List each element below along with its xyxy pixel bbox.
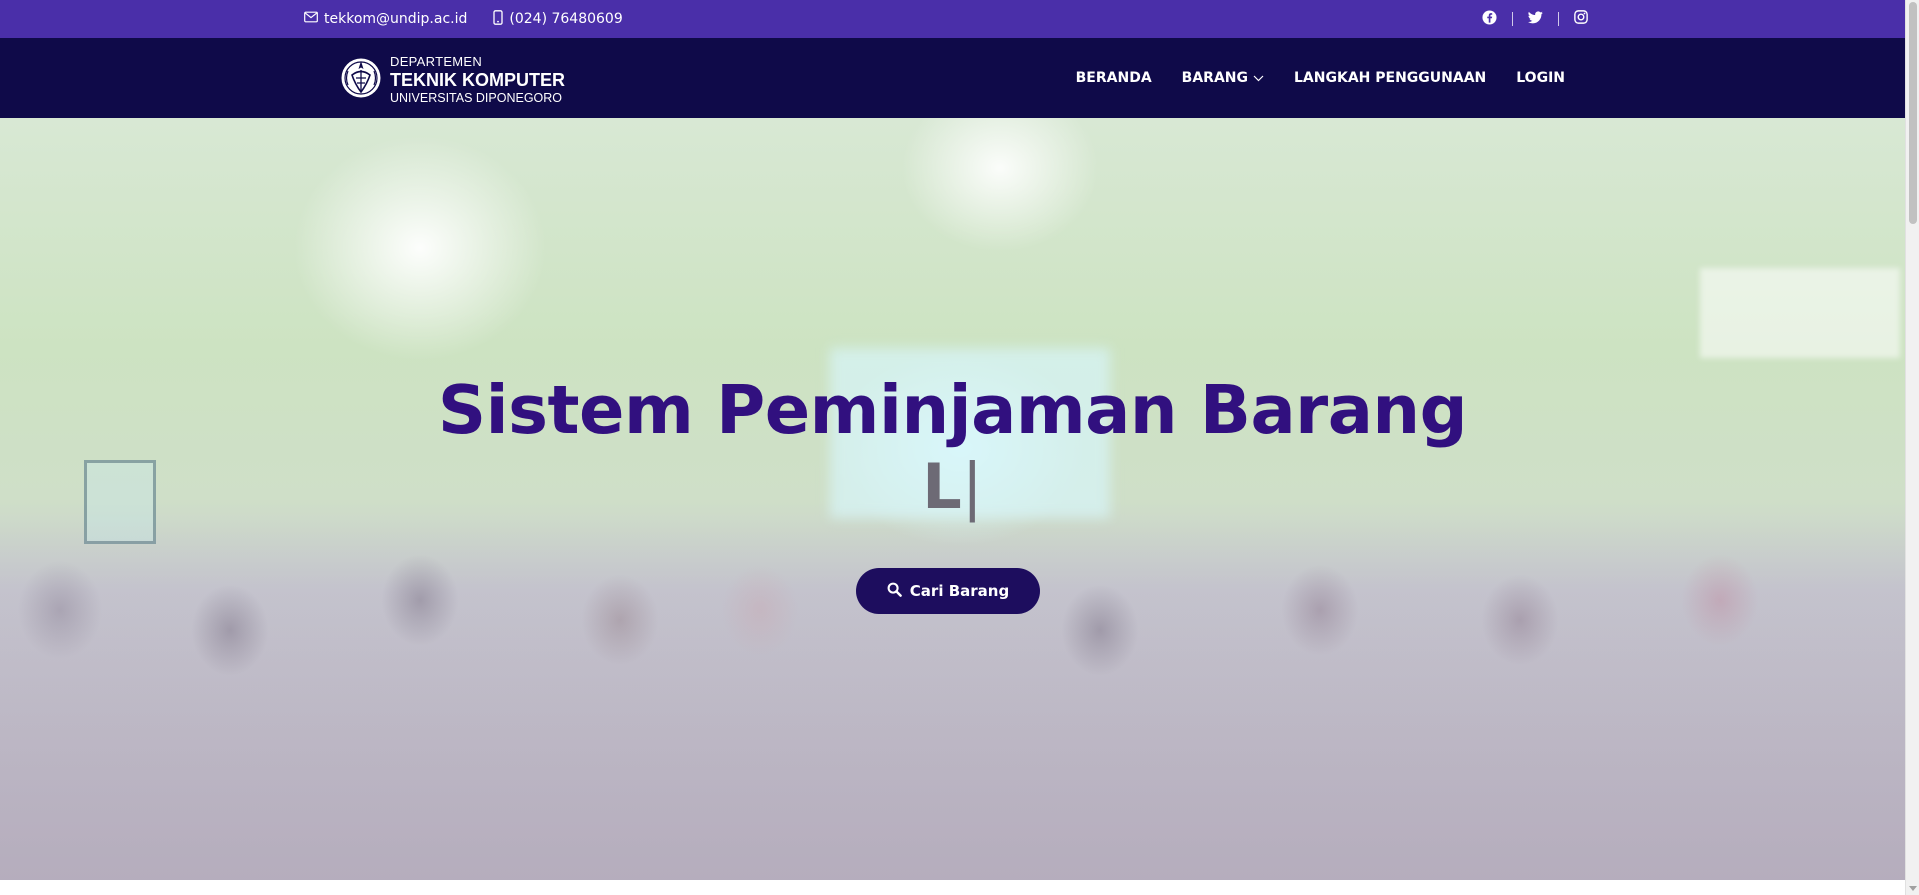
phone-text: (024) 76480609: [509, 11, 623, 27]
instagram-icon: [1574, 10, 1588, 28]
top-contact-bar: tekkom@undip.ac.id (024) 76480609: [0, 0, 1905, 38]
envelope-icon: [304, 11, 318, 27]
hero-title: Sistem Peminjaman Barang: [437, 371, 1468, 449]
phone-link[interactable]: (024) 76480609: [493, 9, 623, 29]
search-items-button[interactable]: Cari Barang: [856, 568, 1040, 614]
undip-seal-logo: [340, 51, 382, 109]
main-nav: BERANDA BARANG LANGKAH PENGGUNAAN LOGIN: [1076, 38, 1565, 118]
typing-cursor: |: [961, 450, 983, 523]
facebook-icon: [1482, 9, 1497, 29]
search-items-label: Cari Barang: [909, 582, 1010, 600]
facebook-link[interactable]: [1474, 9, 1512, 29]
scrollbar-thumb[interactable]: [1909, 2, 1917, 224]
contact-info: tekkom@undip.ac.id (024) 76480609: [304, 0, 623, 38]
social-links: [1474, 0, 1603, 38]
nav-login[interactable]: LOGIN: [1516, 70, 1565, 86]
instagram-link[interactable]: [1558, 10, 1603, 28]
nav-beranda[interactable]: BERANDA: [1076, 70, 1152, 86]
page-below-hero: [0, 880, 1905, 895]
email-link[interactable]: tekkom@undip.ac.id: [304, 11, 467, 27]
hero-typed-value: L: [922, 450, 962, 523]
scroll-down-arrow-icon[interactable]: [1909, 886, 1917, 891]
twitter-icon: [1528, 10, 1543, 28]
hero-section: Sistem Peminjaman Barang L| Cari Barang: [0, 118, 1905, 880]
page: tekkom@undip.ac.id (024) 76480609 DEPART…: [0, 0, 1905, 895]
nav-login-label: LOGIN: [1516, 70, 1565, 86]
phone-icon: [493, 9, 504, 29]
nav-langkah-penggunaan[interactable]: LANGKAH PENGGUNAAN: [1294, 70, 1486, 86]
page-scrollbar[interactable]: [1905, 0, 1919, 895]
brand-logo-link[interactable]: DEPARTEMEN TEKNIK KOMPUTER UNIVERSITAS D…: [340, 51, 565, 109]
hero-background-photo-window: [1700, 268, 1900, 358]
nav-barang-label: BARANG: [1181, 70, 1249, 86]
hero-typed-text: L|: [0, 450, 1905, 523]
brand-line-3: UNIVERSITAS DIPONEGORO: [390, 91, 563, 106]
search-icon: [887, 582, 902, 601]
nav-barang[interactable]: BARANG: [1182, 70, 1264, 86]
brand-line-1: DEPARTEMEN: [390, 54, 483, 70]
brand-line-2: TEKNIK KOMPUTER: [390, 70, 565, 91]
email-text: tekkom@undip.ac.id: [324, 11, 468, 27]
nav-beranda-label: BERANDA: [1075, 70, 1152, 86]
chevron-down-icon: [1253, 70, 1264, 86]
brand-text: DEPARTEMEN TEKNIK KOMPUTER UNIVERSITAS D…: [390, 55, 565, 105]
main-header: DEPARTEMEN TEKNIK KOMPUTER UNIVERSITAS D…: [0, 38, 1905, 118]
twitter-link[interactable]: [1512, 10, 1558, 28]
nav-langkah-label: LANGKAH PENGGUNAAN: [1294, 70, 1487, 86]
